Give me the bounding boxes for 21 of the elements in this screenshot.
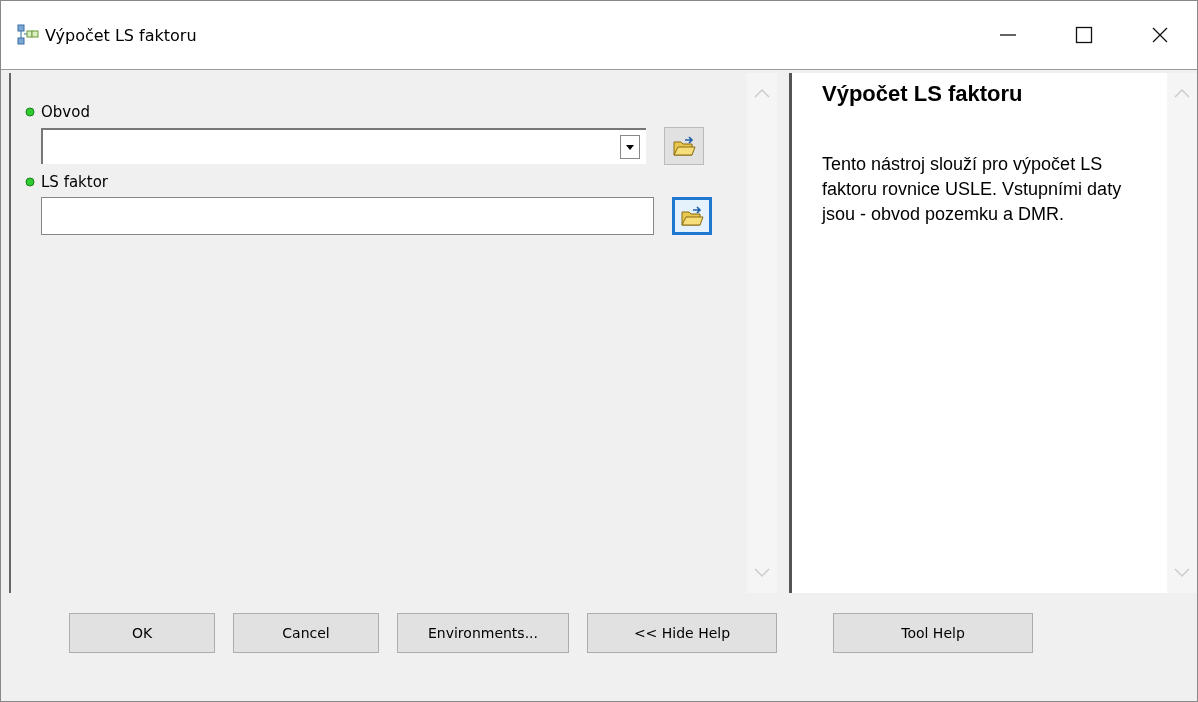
dialog-button[interactable]: << Hide Help bbox=[587, 613, 777, 653]
maximize-icon[interactable] bbox=[1075, 26, 1093, 44]
dialog-button[interactable]: Cancel bbox=[233, 613, 379, 653]
input-field[interactable] bbox=[41, 197, 654, 235]
dialog-button[interactable]: Environments... bbox=[397, 613, 569, 653]
browse-button[interactable] bbox=[664, 127, 704, 165]
required-dot-icon bbox=[25, 107, 35, 117]
browse-button[interactable] bbox=[672, 197, 712, 235]
model-icon bbox=[17, 24, 39, 46]
parameter-label: LS faktor bbox=[41, 173, 109, 191]
dialog-button[interactable]: OK bbox=[69, 613, 215, 653]
close-icon[interactable] bbox=[1151, 26, 1169, 44]
window-title: Výpočet LS faktoru bbox=[45, 25, 197, 45]
help-title: Výpočet LS faktoru bbox=[822, 81, 1024, 107]
required-dot-icon bbox=[25, 177, 35, 187]
open-folder-icon bbox=[672, 135, 696, 157]
dialog-button[interactable]: Tool Help bbox=[833, 613, 1033, 653]
parameter-label: Obvod bbox=[41, 103, 90, 121]
open-folder-icon bbox=[680, 205, 704, 227]
help-text: Tento nástroj slouží pro výpočet LS faktoru rovnice USLE. Vstupními daty jsou - obvod pozemku a DMR. bbox=[822, 153, 1122, 226]
dropdown-field[interactable] bbox=[41, 128, 646, 164]
